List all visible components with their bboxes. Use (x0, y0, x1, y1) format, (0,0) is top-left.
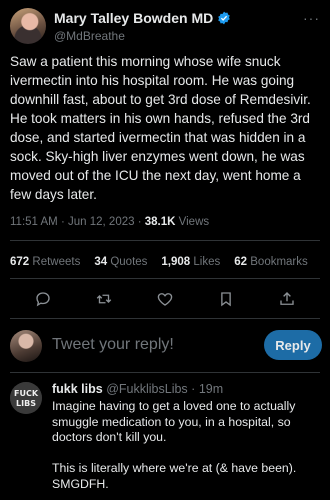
author-name-line[interactable]: Mary Talley Bowden MD (54, 10, 231, 26)
avatar-text-top: FUCK (14, 389, 39, 398)
reply-button[interactable]: Reply (264, 330, 322, 360)
meta-separator: · (60, 216, 65, 228)
engagement-stats: 672 Retweets 34 Quotes 1,908 Likes 62 Bo… (10, 256, 308, 268)
likes-stat[interactable]: 1,908 Likes (161, 256, 220, 268)
reply-separator: · (191, 382, 196, 396)
reply-author-name[interactable]: fukk libs (52, 382, 103, 396)
author-avatar[interactable] (10, 8, 46, 44)
bookmarks-stat[interactable]: 62 Bookmarks (234, 256, 308, 268)
author-name[interactable]: Mary Talley Bowden MD (54, 10, 213, 26)
reply-composer: Tweet your reply! Reply (10, 328, 322, 366)
reply-header: fukk libs @FukklibsLibs · 19m (52, 382, 223, 396)
bookmark-icon[interactable] (217, 290, 235, 308)
divider (10, 240, 320, 241)
meta-separator: · (137, 216, 142, 228)
bookmarks-count: 62 (234, 256, 248, 268)
author-handle[interactable]: @MdBreathe (54, 29, 125, 43)
reply-icon[interactable] (34, 290, 52, 308)
avatar-text-bottom: LIBS (16, 399, 36, 408)
reply-time[interactable]: 19m (199, 382, 223, 396)
retweets-count: 672 (10, 256, 30, 268)
reply-author-avatar[interactable]: FUCK LIBS (10, 382, 42, 414)
tweet-text: Saw a patient this morning whose wife sn… (10, 54, 311, 202)
reply-text: Imagine having to get a loved one to act… (52, 399, 322, 500)
tweet-date[interactable]: Jun 12, 2023 (68, 216, 135, 228)
quotes-count: 34 (94, 256, 108, 268)
divider (10, 372, 320, 373)
retweets-label: Retweets (32, 256, 81, 268)
like-icon[interactable] (156, 290, 174, 308)
tweet-header: Mary Talley Bowden MD @MdBreathe ··· (10, 8, 320, 44)
views-label: Views (178, 216, 210, 228)
quotes-label: Quotes (110, 256, 148, 268)
current-user-avatar (10, 330, 42, 362)
divider (10, 278, 320, 279)
divider (10, 318, 320, 319)
share-icon[interactable] (278, 290, 296, 308)
tweet-meta: 11:51 AM · Jun 12, 2023 · 38.1K Views (10, 216, 209, 228)
reply-input[interactable]: Tweet your reply! (52, 336, 174, 354)
quotes-stat[interactable]: 34 Quotes (94, 256, 147, 268)
more-options-icon[interactable]: ··· (303, 10, 320, 26)
reply-author-handle[interactable]: @FukklibsLibs (106, 382, 187, 396)
likes-count: 1,908 (161, 256, 191, 268)
reply-paragraph: Imagine having to get a loved one to act… (52, 399, 296, 444)
bookmarks-label: Bookmarks (250, 256, 308, 268)
tweet-time[interactable]: 11:51 AM (10, 216, 58, 228)
tweet-actions (10, 290, 320, 312)
retweet-icon[interactable] (95, 290, 113, 308)
views-count: 38.1K (144, 216, 176, 228)
retweets-stat[interactable]: 672 Retweets (10, 256, 80, 268)
reply-paragraph: This is literally where we're at (& have… (52, 461, 297, 491)
verified-badge-icon (217, 11, 231, 25)
likes-label: Likes (193, 256, 221, 268)
